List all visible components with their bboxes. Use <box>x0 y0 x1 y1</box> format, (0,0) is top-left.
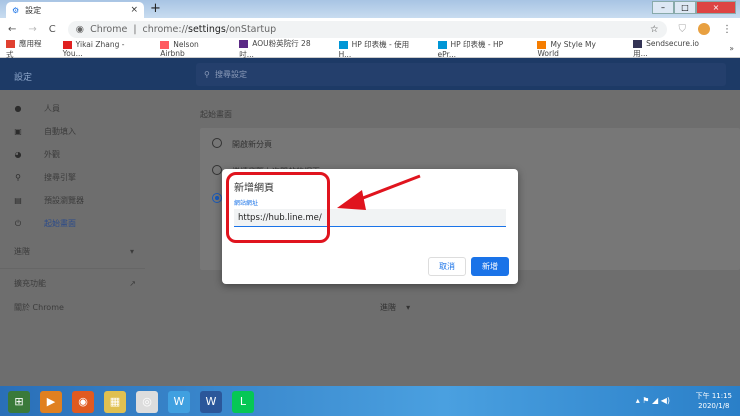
taskbar-word-icon[interactable]: W <box>200 391 222 413</box>
system-clock[interactable]: 下午 11:15 2020/1/8 <box>696 391 732 411</box>
taskbar-start-icon[interactable]: ⊞ <box>8 391 30 413</box>
annotation-arrow <box>337 174 421 210</box>
tray-icons[interactable]: ▴ ⚑ ◢ ◀) <box>636 396 670 405</box>
clock-date: 2020/1/8 <box>698 402 730 410</box>
taskbar-firefox-icon[interactable]: ◉ <box>72 391 94 413</box>
taskbar-line-icon[interactable]: L <box>232 391 254 413</box>
clock-time: 下午 11:15 <box>695 392 732 400</box>
taskbar-explorer-icon[interactable]: ▦ <box>104 391 126 413</box>
taskbar-media-icon[interactable]: ▶ <box>40 391 62 413</box>
taskbar-writer-icon[interactable]: W <box>168 391 190 413</box>
taskbar-chrome-icon[interactable]: ◎ <box>136 391 158 413</box>
arrow-head <box>337 190 366 210</box>
